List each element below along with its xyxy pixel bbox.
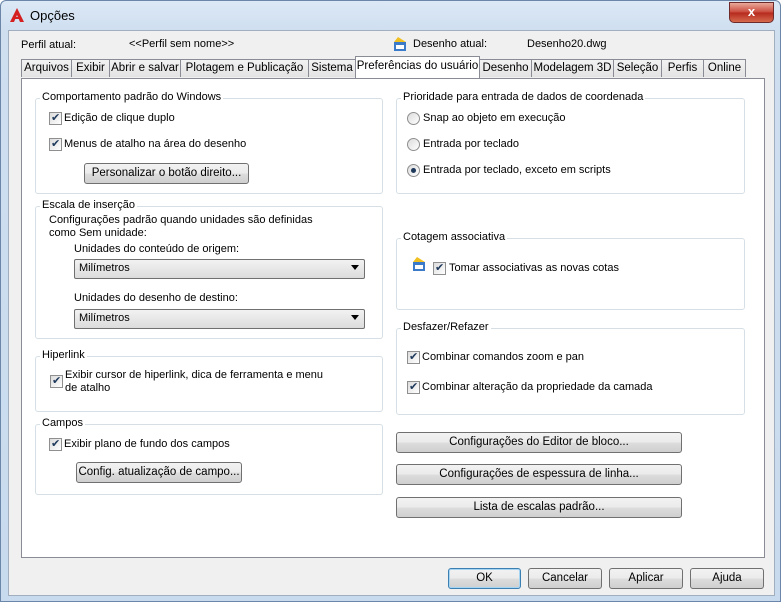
target-units-value: Milímetros xyxy=(79,312,130,324)
insertion-scale-description: Configurações padrão quando unidades são… xyxy=(49,214,313,226)
shortcut-menus-checkbox[interactable] xyxy=(49,137,62,151)
tab-panel: Comportamento padrão do Windows Edição d… xyxy=(21,78,765,558)
group-title: Comportamento padrão do Windows xyxy=(40,91,224,103)
combine-zoom-pan-checkbox[interactable] xyxy=(407,350,420,364)
keyboard-entry-label: Entrada por teclado xyxy=(423,138,520,150)
autocad-logo-icon xyxy=(10,8,24,22)
options-dialog: Opções x Perfil atual: <<Perfil sem nome… xyxy=(0,0,781,602)
tab-online[interactable]: Online xyxy=(703,59,746,77)
keyboard-except-scripts-label: Entrada por teclado, exceto em scripts xyxy=(423,164,611,176)
group-title: Hiperlink xyxy=(40,349,87,361)
group-title: Campos xyxy=(40,417,85,429)
associative-dimension-group: Cotagem associativa Tomar associativas a… xyxy=(396,231,745,310)
tab-plotagem[interactable]: Plotagem e Publicação xyxy=(180,59,309,77)
coordinate-priority-group: Prioridade para entrada de dados de coor… xyxy=(396,91,745,194)
associative-dim-label: Tomar associativas as novas cotas xyxy=(449,262,619,274)
title-bar[interactable]: Opções x xyxy=(1,1,780,29)
apply-button[interactable]: Aplicar xyxy=(609,568,683,589)
group-title: Escala de inserção xyxy=(40,199,137,211)
tab-exibir[interactable]: Exibir xyxy=(71,59,110,77)
insertion-scale-description-2: como Sem unidade: xyxy=(49,227,147,239)
combine-layer-property-label: Combinar alteração da propriedade da cam… xyxy=(422,381,653,393)
tab-perfis[interactable]: Perfis xyxy=(661,59,704,77)
tab-sistema[interactable]: Sistema xyxy=(308,59,356,77)
dimension-icon xyxy=(413,257,425,271)
chevron-down-icon xyxy=(351,315,359,320)
associative-dim-checkbox[interactable] xyxy=(433,261,446,275)
insertion-scale-group: Escala de inserção Configurações padrão … xyxy=(35,199,383,339)
hyperlink-cursor-checkbox[interactable] xyxy=(50,374,63,388)
default-scale-list-button[interactable]: Lista de escalas padrão... xyxy=(396,497,682,518)
current-drawing-label: Desenho atual: xyxy=(413,38,487,50)
group-title: Prioridade para entrada de dados de coor… xyxy=(401,91,646,103)
source-units-value: Milímetros xyxy=(79,262,130,274)
tab-arquivos[interactable]: Arquivos xyxy=(21,59,72,77)
right-click-customize-button[interactable]: Personalizar o botão direito... xyxy=(84,163,249,184)
tab-selecao[interactable]: Seleção xyxy=(613,59,662,77)
shortcut-menus-label: Menus de atalho na área do desenho xyxy=(64,138,247,150)
help-button[interactable]: Ajuda xyxy=(690,568,764,589)
close-button[interactable]: x xyxy=(729,2,774,23)
field-background-label: Exibir plano de fundo dos campos xyxy=(64,438,230,450)
target-units-select[interactable]: Milímetros xyxy=(74,309,365,329)
source-units-select[interactable]: Milímetros xyxy=(74,259,365,279)
combine-layer-property-checkbox[interactable] xyxy=(407,380,420,394)
block-editor-settings-button[interactable]: Configurações do Editor de bloco... xyxy=(396,432,682,453)
window-title: Opções xyxy=(30,8,75,23)
combine-zoom-pan-label: Combinar comandos zoom e pan xyxy=(422,351,585,363)
tab-abrir-salvar[interactable]: Abrir e salvar xyxy=(109,59,181,77)
windows-behavior-group: Comportamento padrão do Windows Edição d… xyxy=(35,91,383,194)
cancel-button[interactable]: Cancelar xyxy=(528,568,602,589)
running-osnap-radio[interactable] xyxy=(407,112,420,125)
lineweight-settings-button[interactable]: Configurações de espessura de linha... xyxy=(396,464,682,485)
group-title: Desfazer/Refazer xyxy=(401,321,491,333)
current-profile-label: Perfil atual: xyxy=(21,39,77,51)
source-units-label: Unidades do conteúdo de origem: xyxy=(74,243,240,255)
field-update-settings-button[interactable]: Config. atualização de campo... xyxy=(76,462,242,483)
current-profile-value: <<Perfil sem nome>> xyxy=(129,38,235,50)
running-osnap-label: Snap ao objeto em execução xyxy=(423,112,566,124)
hyperlink-cursor-label: Exibir cursor de hiperlink, dica de ferr… xyxy=(65,369,324,381)
keyboard-entry-radio[interactable] xyxy=(407,138,420,151)
undo-redo-group: Desfazer/Refazer Combinar comandos zoom … xyxy=(396,321,745,415)
keyboard-except-scripts-radio[interactable] xyxy=(407,164,420,177)
tab-modelagem-3d[interactable]: Modelagem 3D xyxy=(531,59,614,77)
dialog-body: Perfil atual: <<Perfil sem nome>> Desenh… xyxy=(8,30,775,596)
tab-preferencias-usuario[interactable]: Preferências do usuário xyxy=(355,56,480,78)
group-title: Cotagem associativa xyxy=(401,231,508,243)
hyperlink-cursor-label-2: de atalho xyxy=(65,382,111,394)
chevron-down-icon xyxy=(351,265,359,270)
double-click-checkbox[interactable] xyxy=(49,111,62,125)
ok-button[interactable]: OK xyxy=(448,568,521,589)
target-units-label: Unidades do desenho de destino: xyxy=(74,292,238,304)
drawing-file-icon xyxy=(394,37,406,51)
double-click-label: Edição de clique duplo xyxy=(64,112,175,124)
current-drawing-value: Desenho20.dwg xyxy=(527,38,607,50)
hyperlink-group: Hiperlink Exibir cursor de hiperlink, di… xyxy=(35,349,383,412)
field-background-checkbox[interactable] xyxy=(49,437,62,451)
fields-group: Campos Exibir plano de fundo dos campos … xyxy=(35,417,383,495)
tab-desenho[interactable]: Desenho xyxy=(479,59,532,77)
